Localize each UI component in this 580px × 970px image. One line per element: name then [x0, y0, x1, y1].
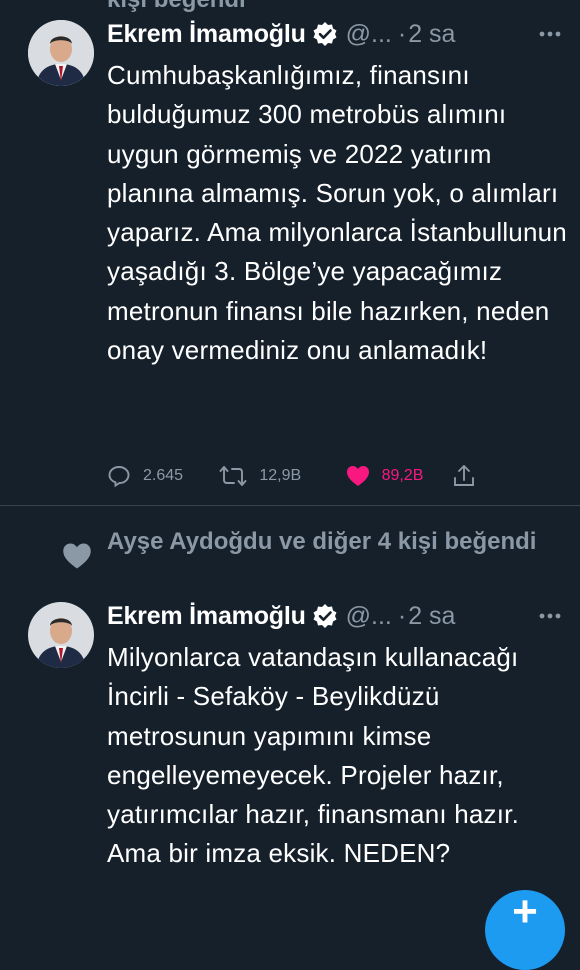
tweet-divider — [0, 505, 580, 506]
retweet-button[interactable]: 12,9B — [219, 464, 345, 488]
share-icon — [454, 465, 474, 486]
avatar[interactable] — [28, 20, 94, 86]
heart-filled-icon — [346, 466, 369, 486]
more-options-icon[interactable] — [538, 599, 562, 633]
reply-count: 2.645 — [143, 467, 184, 484]
tweet-header: Ekrem İmamoğlu @... · 2 sa — [107, 17, 562, 51]
separator-dot: · — [397, 601, 407, 630]
author-handle[interactable]: @... — [346, 20, 392, 49]
retweet-count: 12,9B — [259, 467, 302, 484]
timestamp[interactable]: 2 sa — [408, 602, 455, 631]
verified-badge-icon — [312, 603, 338, 629]
timestamp[interactable]: 2 sa — [408, 20, 455, 49]
tweet-text: Milyonlarca vatandaşın kullanacağı İncir… — [107, 642, 519, 869]
separator-dot: · — [397, 19, 407, 48]
retweet-icon — [219, 466, 247, 486]
plus-icon: + — [512, 887, 538, 936]
more-options-icon[interactable] — [538, 17, 562, 51]
like-count: 89,2B — [381, 467, 424, 484]
author-name[interactable]: Ekrem İmamoğlu — [107, 20, 306, 49]
author-name[interactable]: Ekrem İmamoğlu — [107, 602, 306, 631]
social-context-cutoff: kişi beğendi — [107, 0, 246, 14]
verified-badge-icon — [312, 21, 338, 47]
share-button[interactable] — [453, 464, 487, 488]
like-button[interactable]: 89,2B — [346, 465, 453, 487]
avatar-image — [28, 602, 94, 668]
avatar-image — [28, 20, 94, 86]
tweet-text: Cumhubaşkanlığımız, finansını bulduğumuz… — [107, 60, 567, 366]
author-handle[interactable]: @... — [346, 602, 392, 631]
tweet-actions: 2.645 12,9B 89,2B — [107, 461, 487, 491]
social-context[interactable]: Ayşe Aydoğdu ve diğer 4 kişi beğendi — [107, 526, 547, 558]
reply-icon — [108, 466, 130, 488]
heart-icon — [62, 542, 92, 575]
avatar[interactable] — [28, 602, 94, 668]
compose-tweet-button[interactable]: + — [485, 890, 565, 970]
tweet-header: Ekrem İmamoğlu @... · 2 sa — [107, 599, 562, 633]
reply-button[interactable]: 2.645 — [107, 464, 219, 488]
